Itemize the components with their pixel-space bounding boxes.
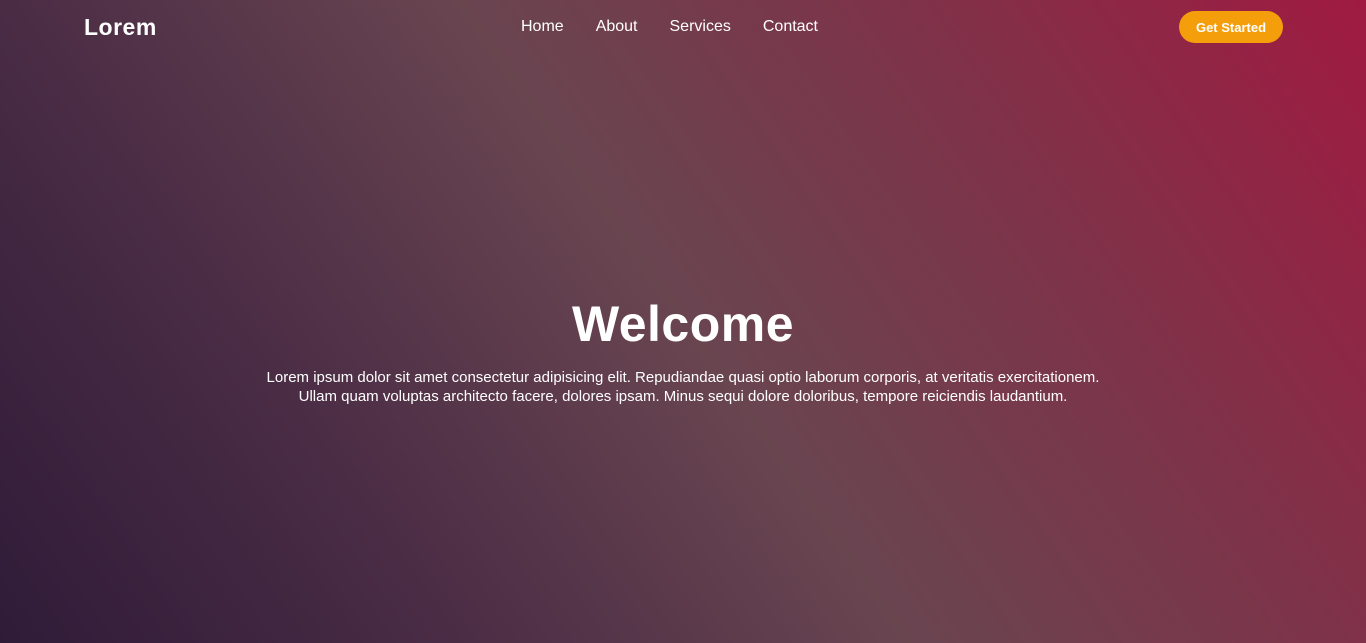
- navbar: Lorem Home About Services Contact Get St…: [0, 0, 1366, 54]
- nav-services[interactable]: Services: [654, 17, 747, 37]
- landing-page: Lorem Home About Services Contact Get St…: [0, 0, 1366, 643]
- nav-home[interactable]: Home: [505, 17, 580, 37]
- nav-links: Home About Services Contact: [505, 17, 834, 37]
- get-started-button[interactable]: Get Started: [1179, 11, 1283, 43]
- hero-title: Welcome: [571, 296, 795, 352]
- logo[interactable]: Lorem: [84, 13, 157, 41]
- hero-description: Lorem ipsum dolor sit amet consectetur a…: [233, 368, 1133, 406]
- hero-description-line-1: Lorem ipsum dolor sit amet consectetur a…: [266, 369, 1100, 386]
- nav-about[interactable]: About: [580, 17, 654, 37]
- hero-section: Welcome Lorem ipsum dolor sit amet conse…: [0, 292, 1366, 406]
- hero-description-line-2: Ullam quam voluptas architecto facere, d…: [298, 388, 1068, 405]
- nav-contact[interactable]: Contact: [747, 17, 834, 37]
